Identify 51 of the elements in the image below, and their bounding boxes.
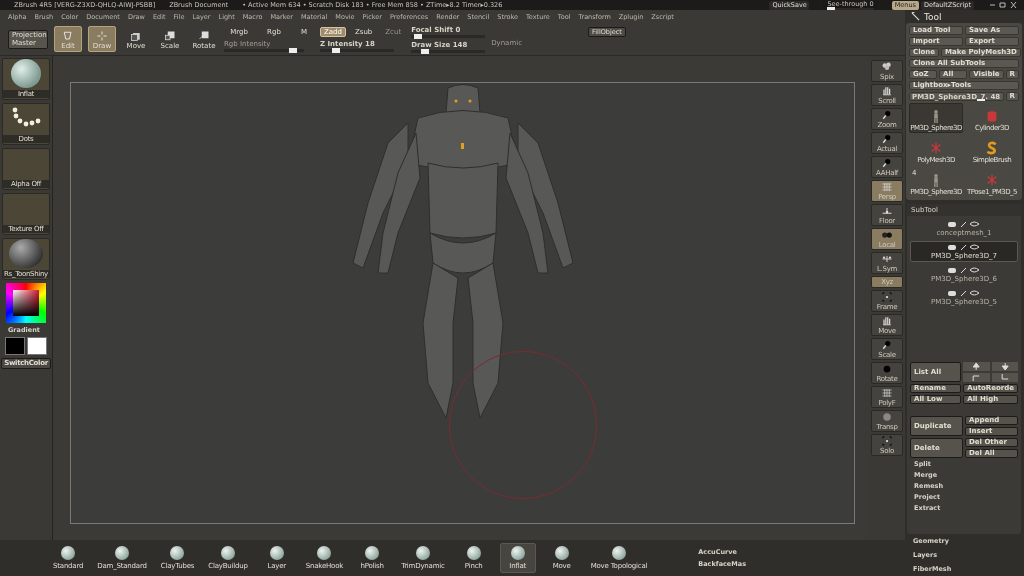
brush-eye-icon — [960, 266, 980, 274]
sphere-icon — [170, 546, 185, 560]
hand-icon — [881, 85, 893, 97]
letter-s-icon — [985, 140, 999, 156]
brush-eye-icon — [960, 243, 980, 251]
slider-thumb[interactable] — [827, 6, 836, 10]
star-icon — [985, 172, 999, 188]
sphere-icon — [317, 546, 332, 560]
sphere-icon — [365, 546, 380, 560]
sphere-icon — [61, 546, 76, 560]
sphere-icon — [269, 546, 284, 560]
sphere-icon — [466, 546, 481, 560]
sphere-icon — [11, 59, 41, 88]
sphere-icon — [9, 239, 43, 268]
tool-panel-title: Tool — [924, 11, 942, 22]
sym-icon — [881, 253, 893, 265]
ball-icon — [881, 411, 893, 423]
hammer-icon — [911, 12, 920, 21]
move-icon — [130, 30, 142, 42]
sphere-icon — [221, 546, 235, 560]
scale-icon — [164, 30, 176, 42]
slider-thumb[interactable] — [332, 47, 340, 53]
floor-icon — [881, 205, 893, 217]
dots-icon — [881, 61, 893, 73]
frame-icon — [881, 291, 893, 303]
sphere-icon — [612, 546, 626, 560]
sphere-icon — [510, 546, 525, 560]
grid-icon — [881, 181, 893, 193]
brush-eye-icon — [960, 289, 980, 297]
brush-eye-icon — [960, 220, 980, 228]
lens-icon — [881, 109, 893, 121]
lens-icon — [881, 157, 893, 169]
sphere-icon — [554, 546, 569, 560]
window-controls-icon — [988, 1, 1018, 9]
draw-icon — [96, 30, 108, 42]
local-icon — [881, 229, 893, 241]
main-color-swatch[interactable] — [5, 337, 25, 355]
frame-icon — [881, 435, 893, 447]
star-icon — [929, 140, 943, 156]
edit-icon — [62, 30, 74, 42]
secondary-color-swatch[interactable] — [27, 337, 47, 355]
cylinder-icon — [985, 108, 999, 124]
slider-thumb[interactable] — [421, 48, 430, 54]
grid-icon — [881, 387, 893, 399]
slider-thumb[interactable] — [414, 33, 423, 39]
lens-icon — [881, 339, 893, 351]
sphere-icon — [415, 546, 430, 560]
lens-icon — [881, 133, 893, 145]
sphere-icon — [114, 546, 129, 560]
hand-icon — [881, 315, 893, 327]
color-picker[interactable] — [6, 283, 46, 323]
